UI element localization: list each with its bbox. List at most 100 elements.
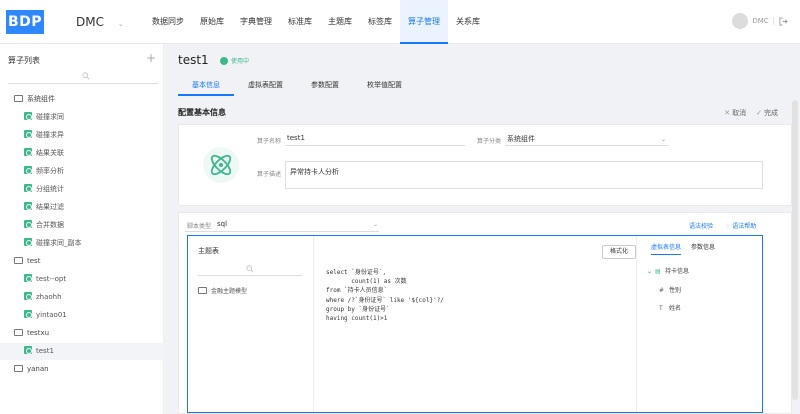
theme-table-search-input[interactable] — [198, 264, 302, 276]
sql-editor-frame: 主题表 金融主题模型 select `身份证号`, count(1) as 次数… — [187, 235, 763, 413]
name-input[interactable]: test1 — [285, 134, 465, 146]
name-value: test1 — [287, 134, 305, 142]
user-menu[interactable]: DMC | — [732, 13, 788, 29]
tree-item[interactable]: 合并数据 — [0, 217, 164, 234]
theme-table-title: 主题表 — [198, 247, 219, 255]
tree-item-label: test1 — [36, 347, 54, 355]
info-column: 虚拟表信息 参数信息 ⌄ ▤ 持卡信息 # 性别 T 姓名 — [636, 236, 762, 412]
code-line: from `持卡人员信息` — [326, 287, 388, 295]
logo[interactable]: BDP — [6, 10, 44, 34]
nav-item-standard[interactable]: 标准库 — [280, 0, 320, 44]
atom-icon — [210, 154, 232, 176]
tree-item-label: 碰撞求同 — [36, 113, 64, 121]
tree-item[interactable]: test--opt — [0, 271, 164, 288]
name-label: 算子名称 — [257, 138, 282, 145]
app-switcher[interactable]: DMC ⌄ — [76, 15, 124, 29]
tree-item[interactable]: 碰撞求同_副本 — [0, 235, 164, 252]
cancel-button[interactable]: ✕ 取消 — [724, 108, 746, 118]
operator-icon — [24, 346, 32, 354]
nav-item-sync[interactable]: 数据同步 — [144, 0, 192, 44]
operator-icon — [24, 274, 32, 282]
nav-item-relation[interactable]: 关系库 — [448, 0, 488, 44]
done-button[interactable]: ✓ 完成 — [756, 108, 778, 118]
theme-table-item[interactable]: 金融主题模型 — [198, 286, 247, 295]
tree-item[interactable]: test1 — [0, 343, 164, 360]
number-field-icon: # — [659, 287, 665, 294]
desc-value: 异常持卡人分析 — [290, 168, 339, 176]
syntax-check-link[interactable]: 语法校验 — [689, 221, 713, 230]
logout-icon[interactable] — [779, 16, 788, 26]
field-row[interactable]: T 姓名 — [659, 303, 681, 312]
tree-item-label: zhaohh — [36, 293, 62, 301]
code-line: group by `身份证号` — [326, 305, 390, 313]
tree-item[interactable]: 结果过滤 — [0, 199, 164, 216]
nav-item-tag[interactable]: 标签库 — [360, 0, 400, 44]
code-line: select `身份证号`, — [326, 269, 387, 276]
app-name: DMC — [76, 15, 104, 29]
folder-icon — [14, 95, 23, 102]
category-value: 系统组件 — [507, 135, 535, 143]
tab-param-info[interactable]: 参数信息 — [691, 242, 715, 255]
close-icon: ✕ — [724, 109, 731, 117]
tree-item-label: 结果关联 — [36, 149, 64, 157]
category-select[interactable]: 系统组件 ⌄ — [505, 134, 669, 146]
tree-folder[interactable]: yanan — [0, 361, 164, 378]
tree-item-label: 结果过滤 — [36, 203, 64, 211]
syntax-help-label: 语法帮助 — [732, 223, 757, 230]
operator-icon — [24, 112, 32, 120]
tree-item[interactable]: 结果关联 — [0, 145, 164, 162]
section-title: 配置基本信息 — [178, 108, 226, 117]
tree-folder[interactable]: 系统组件 — [0, 91, 164, 108]
nav-item-theme[interactable]: 主题库 — [320, 0, 360, 44]
desc-textarea[interactable]: 异常持卡人分析 — [285, 161, 763, 189]
status-badge: 使用中 — [220, 56, 249, 65]
divider: | — [772, 17, 775, 25]
tree-item[interactable]: yintao01 — [0, 307, 164, 324]
status-dot-icon — [220, 56, 228, 65]
main-nav: 数据同步 原始库 字典管理 标准库 主题库 标签库 算子管理 关系库 — [144, 0, 488, 44]
script-type-label: 脚本类型 — [187, 223, 212, 230]
status-text: 使用中 — [231, 58, 250, 65]
script-type-select-underline — [185, 231, 379, 232]
top-bar: BDP DMC ⌄ 数据同步 原始库 字典管理 标准库 主题库 标签库 算子管理… — [0, 0, 800, 44]
tree-item[interactable]: 碰撞求异 — [0, 127, 164, 144]
sidebar-search-input[interactable] — [8, 70, 158, 84]
operator-icon — [24, 310, 32, 318]
code-line: where /?`身份证号` like '${col}'?/ — [326, 296, 444, 304]
tab-enum[interactable]: 枚举值配置 — [353, 78, 416, 96]
tree-item[interactable]: zhaohh — [0, 289, 164, 306]
tree-item[interactable]: 碰撞求同 — [0, 109, 164, 126]
search-icon — [246, 265, 254, 273]
tree-item[interactable]: 频率分析 — [0, 163, 164, 180]
done-label: 完成 — [764, 109, 778, 117]
nav-item-operator[interactable]: 算子管理 — [400, 0, 448, 44]
format-button[interactable]: 格式化 — [602, 245, 636, 259]
chevron-down-icon: ⌄ — [117, 20, 124, 28]
tree-folder[interactable]: testxu — [0, 325, 164, 342]
main-scrollbar[interactable] — [792, 100, 798, 400]
tree-item-label: yanan — [27, 365, 49, 373]
tab-basic-info[interactable]: 基本信息 — [178, 78, 234, 96]
add-icon[interactable]: + — [146, 51, 156, 65]
tab-virtual-table-info[interactable]: 虚拟表信息 — [651, 242, 682, 255]
virtual-table-root[interactable]: ⌄ ▤ 持卡信息 — [647, 266, 689, 275]
tab-virtual-table[interactable]: 虚拟表配置 — [234, 78, 297, 96]
desc-label: 算子描述 — [257, 171, 282, 178]
chevron-down-icon[interactable]: ⌄ — [373, 221, 378, 228]
nav-item-raw[interactable]: 原始库 — [192, 0, 232, 44]
avatar[interactable] — [732, 13, 749, 29]
tree-item[interactable]: 分组统计 — [0, 181, 164, 198]
syntax-help-link[interactable]: ♢ 语法帮助 — [725, 221, 756, 230]
field-row[interactable]: # 性别 — [659, 285, 681, 294]
script-type-value[interactable]: sql — [217, 220, 227, 228]
main-area: test1 使用中 基本信息 虚拟表配置 参数配置 枚举值配置 配置基本信息 ✕… — [164, 44, 800, 414]
search-icon — [82, 72, 90, 80]
operator-icon — [24, 202, 32, 210]
theme-table-column: 主题表 金融主题模型 — [188, 236, 314, 412]
tab-params[interactable]: 参数配置 — [297, 78, 353, 96]
nav-item-dict[interactable]: 字典管理 — [232, 0, 280, 44]
tree-folder[interactable]: test — [0, 253, 164, 270]
sql-code-editor[interactable]: select `身份证号`, count(1) as 次数 from `持卡人员信… — [326, 268, 444, 323]
basic-info-panel: 算子名称 test1 算子分类 系统组件 ⌄ 算子描述 异常持卡人分析 — [178, 124, 792, 206]
table-icon: ▤ — [655, 268, 661, 275]
